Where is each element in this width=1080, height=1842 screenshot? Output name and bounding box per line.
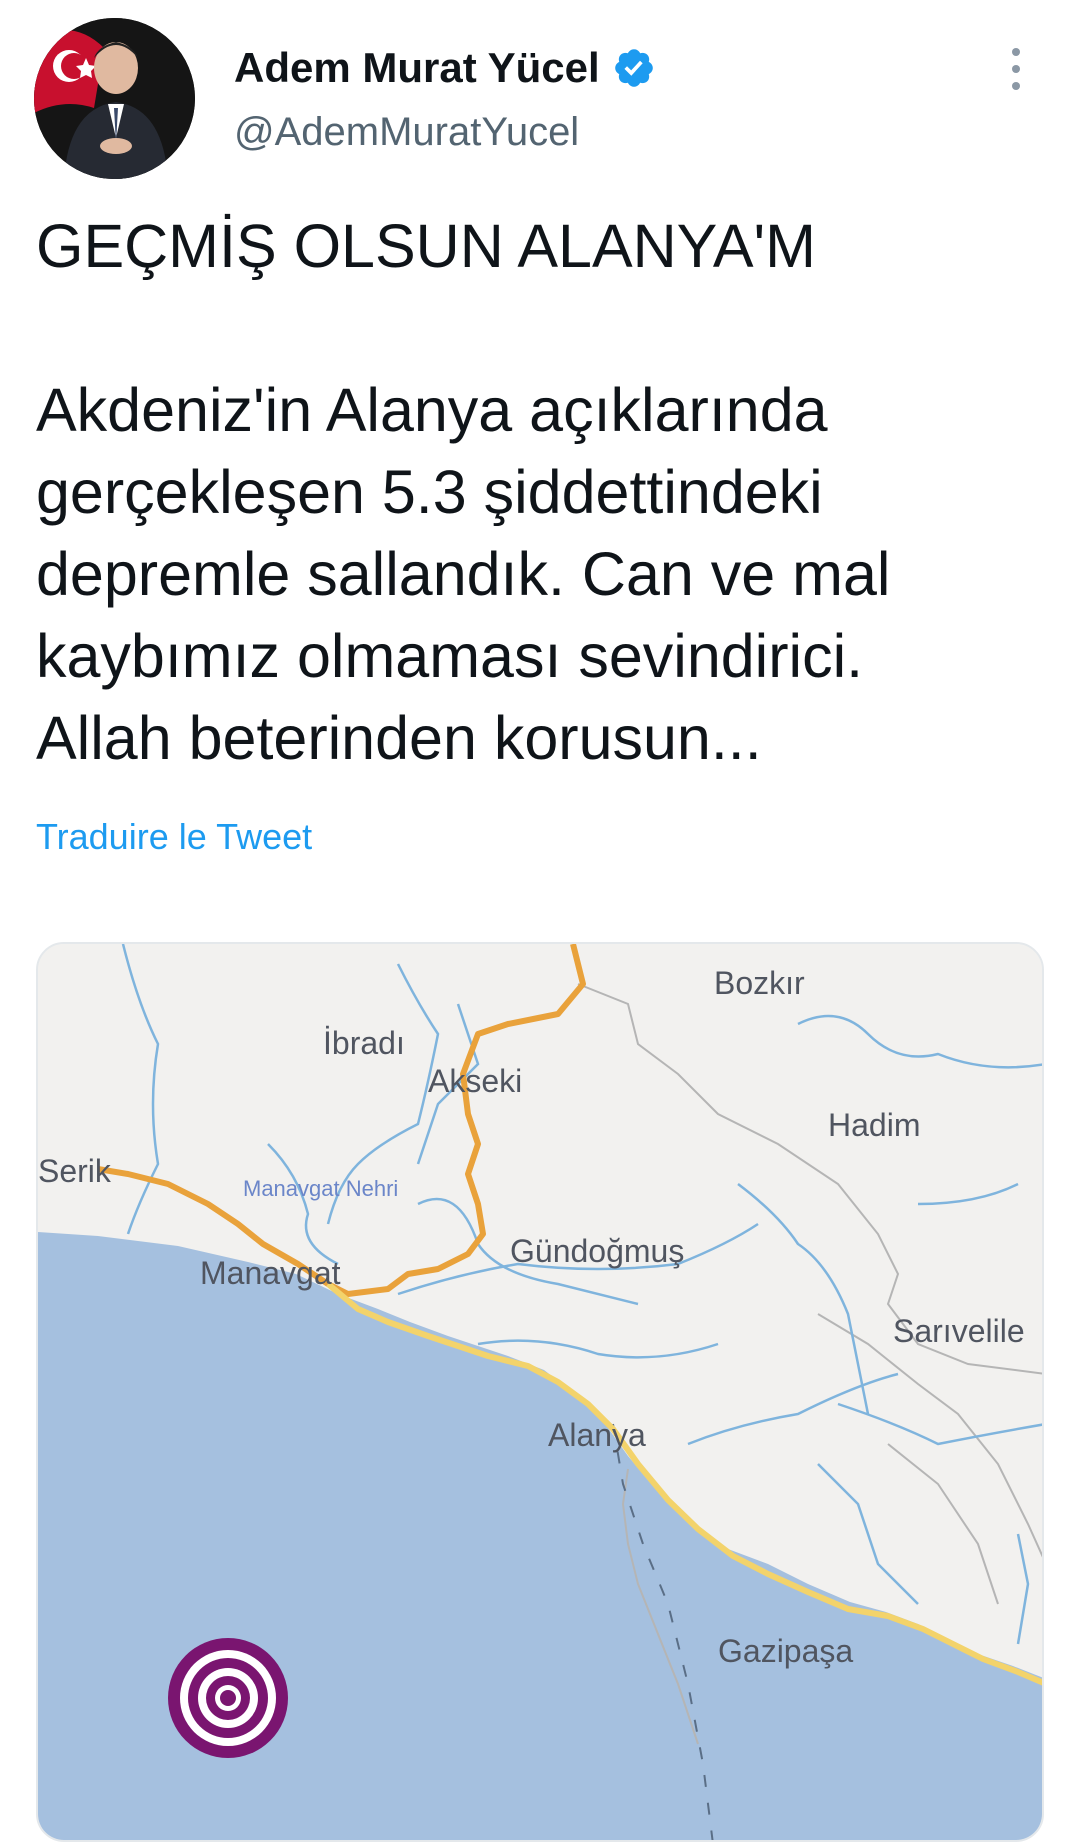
map-label-sarivelile: Sarıvelile <box>893 1313 1025 1349</box>
earthquake-epicenter-icon <box>168 1638 288 1758</box>
display-name[interactable]: Adem Murat Yücel <box>234 44 600 92</box>
earthquake-map: Bozkır İbradı Akseki Hadim Serik Manavga… <box>38 944 1042 1840</box>
map-label-hadim: Hadim <box>828 1107 920 1143</box>
map-label-gundogmus: Gündoğmuş <box>510 1233 684 1269</box>
map-label-gazipasa: Gazipaşa <box>718 1633 853 1669</box>
more-options-icon[interactable] <box>1005 44 1027 94</box>
map-label-bozkir: Bozkır <box>714 965 805 1001</box>
verified-badge-icon <box>614 49 653 87</box>
avatar-image <box>34 18 195 179</box>
map-label-akseki: Akseki <box>428 1063 522 1099</box>
map-label-ibradi: İbradı <box>323 1025 405 1061</box>
tweet-text: GEÇMİŞ OLSUN ALANYA'M Akdeniz'in Alanya … <box>36 212 891 772</box>
tweet-media-map[interactable]: Bozkır İbradı Akseki Hadim Serik Manavga… <box>36 942 1044 1842</box>
map-label-manavgat: Manavgat <box>200 1255 341 1291</box>
map-label-serik: Serik <box>38 1153 112 1189</box>
translate-tweet-link[interactable]: Traduire le Tweet <box>36 816 312 858</box>
map-label-alanya: Alanya <box>548 1417 646 1453</box>
avatar[interactable] <box>34 18 195 179</box>
user-handle[interactable]: @AdemMuratYucel <box>234 110 579 155</box>
map-label-manavgat-nehri: Manavgat Nehri <box>243 1176 398 1201</box>
author-name-row[interactable]: Adem Murat Yücel <box>234 44 656 92</box>
